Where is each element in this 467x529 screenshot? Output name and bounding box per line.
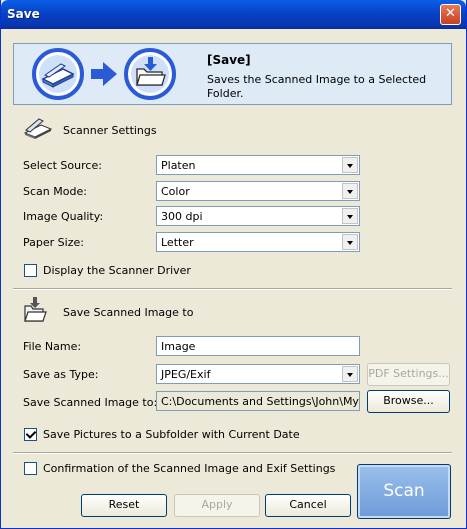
save-section-heading: Save Scanned Image to (63, 306, 194, 319)
chevron-down-icon[interactable] (342, 183, 358, 199)
scan-mode-value: Color (161, 185, 190, 198)
chevron-down-icon[interactable] (342, 366, 358, 382)
subfolder-checkbox[interactable] (24, 428, 37, 441)
select-source-dropdown[interactable]: Platen (156, 155, 360, 175)
scanner-icon (23, 118, 53, 139)
scan-mode-label: Scan Mode: (23, 185, 87, 198)
chevron-down-icon[interactable] (342, 157, 358, 173)
select-source-label: Select Source: (23, 159, 102, 172)
title-bar[interactable]: Save ✕ (1, 0, 466, 29)
save-as-type-label: Save as Type: (23, 368, 99, 381)
image-quality-label: Image Quality: (23, 210, 104, 223)
select-source-value: Platen (161, 159, 196, 172)
save-as-type-value: JPEG/Exif (161, 368, 211, 381)
subfolder-label[interactable]: Save Pictures to a Subfolder with Curren… (43, 428, 300, 441)
confirmation-label[interactable]: Confirmation of the Scanned Image and Ex… (43, 462, 335, 475)
paper-size-label: Paper Size: (23, 236, 84, 249)
scanner-settings-heading: Scanner Settings (63, 124, 157, 137)
reset-button[interactable]: Reset (81, 494, 167, 517)
confirmation-checkbox[interactable] (24, 462, 37, 475)
file-name-input[interactable]: Image (156, 336, 360, 356)
folder-circle-icon (124, 48, 176, 100)
file-name-label: File Name: (23, 340, 82, 353)
header-title: [Save] (207, 53, 251, 67)
save-as-type-dropdown[interactable]: JPEG/Exif (156, 364, 360, 384)
save-dialog: Save ✕ [Save] Saves the Scanned Image to… (0, 0, 467, 529)
display-driver-checkbox[interactable] (24, 264, 37, 277)
display-driver-label[interactable]: Display the Scanner Driver (43, 264, 191, 277)
cancel-button[interactable]: Cancel (265, 494, 351, 517)
window-title: Save (7, 7, 40, 21)
divider (13, 288, 452, 290)
image-quality-value: 300 dpi (161, 210, 203, 223)
scanner-circle-icon (32, 48, 84, 100)
paper-size-value: Letter (161, 236, 194, 249)
scan-to-folder-graphic (32, 48, 176, 100)
chevron-down-icon[interactable] (342, 208, 358, 224)
right-arrow-icon (91, 62, 117, 86)
chevron-down-icon[interactable] (342, 234, 358, 250)
scan-mode-dropdown[interactable]: Color (156, 181, 360, 201)
close-button[interactable]: ✕ (440, 4, 461, 25)
pdf-settings-button[interactable]: PDF Settings... (367, 363, 450, 386)
save-to-label: Save Scanned Image to: (23, 396, 158, 409)
image-quality-dropdown[interactable]: 300 dpi (156, 206, 360, 226)
close-icon: ✕ (445, 6, 456, 21)
header-description: Saves the Scanned Image to a Selected Fo… (207, 73, 427, 100)
browse-button[interactable]: Browse... (367, 390, 450, 413)
divider (13, 452, 452, 454)
scan-button[interactable]: Scan (357, 464, 451, 519)
apply-button[interactable]: Apply (174, 494, 260, 517)
paper-size-dropdown[interactable]: Letter (156, 232, 360, 252)
header-panel: [Save] Saves the Scanned Image to a Sele… (13, 43, 452, 105)
save-folder-icon (24, 297, 47, 322)
save-to-path-field[interactable]: C:\Documents and Settings\John\My Doc (156, 391, 360, 411)
